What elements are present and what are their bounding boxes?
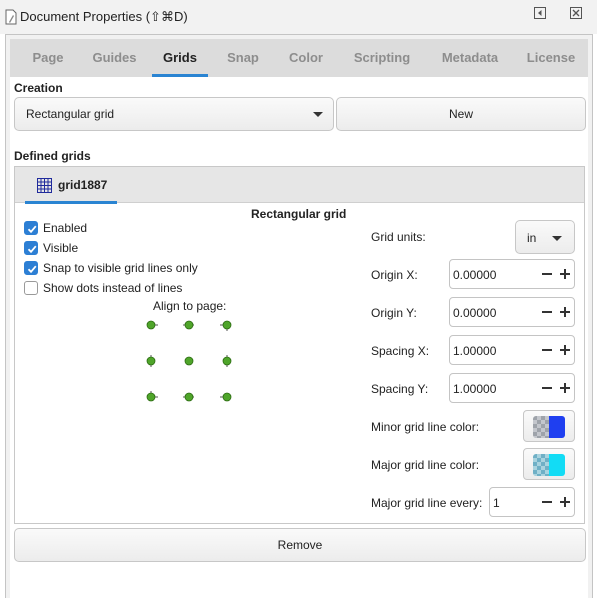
defined-grids-heading: Defined grids xyxy=(14,149,91,163)
dock-icon[interactable] xyxy=(533,6,547,20)
defined-grids-notebook: grid1887 Rectangular grid Enabled Visibl… xyxy=(14,166,585,524)
new-grid-button[interactable]: New xyxy=(336,97,586,131)
plus-icon[interactable] xyxy=(556,298,574,326)
align-middle-right[interactable] xyxy=(222,356,232,366)
tab-scripting[interactable]: Scripting xyxy=(342,39,422,77)
align-to-page-grid xyxy=(139,317,239,407)
plus-icon[interactable] xyxy=(556,260,574,288)
minus-icon[interactable] xyxy=(538,260,556,288)
minus-icon[interactable] xyxy=(538,488,556,516)
grid-units-value: in xyxy=(527,231,537,245)
major-every-label: Major grid line every: xyxy=(371,496,483,510)
align-top-left[interactable] xyxy=(146,320,156,330)
tab-license[interactable]: License xyxy=(518,39,584,77)
origin-x-spinbutton[interactable]: 0.00000 xyxy=(449,259,575,289)
visible-label: Visible xyxy=(43,241,79,255)
tab-bar: Page Guides Grids Snap Color Scripting M… xyxy=(10,39,588,77)
chevron-down-icon xyxy=(552,236,562,241)
plus-icon[interactable] xyxy=(556,488,574,516)
enabled-label: Enabled xyxy=(43,221,88,235)
plus-icon[interactable] xyxy=(556,336,574,364)
origin-y-value[interactable]: 0.00000 xyxy=(453,306,496,320)
minor-color-swatch xyxy=(533,416,565,438)
snap-visible-checkbox[interactable] xyxy=(24,261,38,275)
remove-grid-button[interactable]: Remove xyxy=(14,528,586,562)
origin-x-label: Origin X: xyxy=(371,268,418,282)
align-to-page-label: Align to page: xyxy=(153,299,227,313)
close-icon[interactable] xyxy=(569,6,583,20)
minor-color-button[interactable] xyxy=(523,410,575,442)
document-properties-icon xyxy=(5,9,17,25)
tab-guides[interactable]: Guides xyxy=(82,39,147,77)
grid-type-dropdown[interactable]: Rectangular grid xyxy=(14,97,334,131)
spacing-x-value[interactable]: 1.00000 xyxy=(453,344,496,358)
grid-icon xyxy=(37,178,52,193)
major-color-swatch xyxy=(533,454,565,476)
dialog-panel: Page Guides Grids Snap Color Scripting M… xyxy=(5,34,593,599)
grid-tab[interactable]: grid1887 xyxy=(25,167,117,204)
show-dots-label: Show dots instead of lines xyxy=(43,281,183,295)
spacing-y-value[interactable]: 1.00000 xyxy=(453,382,496,396)
plus-icon[interactable] xyxy=(556,374,574,402)
grid-tab-bar: grid1887 xyxy=(15,167,584,204)
align-center[interactable] xyxy=(184,356,194,366)
window-title: Document Properties (⇧⌘D) xyxy=(20,9,188,24)
tab-metadata[interactable]: Metadata xyxy=(430,39,510,77)
show-dots-checkbox[interactable] xyxy=(24,281,38,295)
tab-color[interactable]: Color xyxy=(278,39,334,77)
title-bar: Document Properties (⇧⌘D) xyxy=(0,0,597,34)
align-bottom-left[interactable] xyxy=(146,392,156,402)
origin-x-value[interactable]: 0.00000 xyxy=(453,268,496,282)
major-color-label: Major grid line color: xyxy=(371,458,480,472)
grid-tab-label: grid1887 xyxy=(58,178,108,192)
spacing-x-label: Spacing X: xyxy=(371,344,430,358)
grid-panel-title: Rectangular grid xyxy=(251,207,347,221)
creation-heading: Creation xyxy=(14,81,63,95)
minus-icon[interactable] xyxy=(538,298,556,326)
tab-page[interactable]: Page xyxy=(18,39,78,77)
align-middle-left[interactable] xyxy=(146,356,156,366)
major-every-spinbutton[interactable]: 1 xyxy=(489,487,575,517)
major-color-button[interactable] xyxy=(523,448,575,480)
spacing-y-spinbutton[interactable]: 1.00000 xyxy=(449,373,575,403)
origin-y-spinbutton[interactable]: 0.00000 xyxy=(449,297,575,327)
grid-type-value: Rectangular grid xyxy=(26,107,115,121)
tab-grids[interactable]: Grids xyxy=(152,39,208,77)
minus-icon[interactable] xyxy=(538,336,556,364)
align-top-right[interactable] xyxy=(222,320,232,330)
grid-units-label: Grid units: xyxy=(371,230,426,244)
tab-snap[interactable]: Snap xyxy=(216,39,270,77)
spacing-x-spinbutton[interactable]: 1.00000 xyxy=(449,335,575,365)
spacing-y-label: Spacing Y: xyxy=(371,382,429,396)
enabled-checkbox[interactable] xyxy=(24,221,38,235)
origin-y-label: Origin Y: xyxy=(371,306,417,320)
align-bottom-center[interactable] xyxy=(184,392,194,402)
major-every-value[interactable]: 1 xyxy=(493,496,500,510)
minor-color-label: Minor grid line color: xyxy=(371,420,480,434)
grids-page: Creation Rectangular grid New Defined gr… xyxy=(10,77,588,599)
minus-icon[interactable] xyxy=(538,374,556,402)
align-bottom-right[interactable] xyxy=(222,392,232,402)
chevron-down-icon xyxy=(313,112,323,117)
grid-units-dropdown[interactable]: in xyxy=(515,220,575,254)
align-top-center[interactable] xyxy=(184,320,194,330)
visible-checkbox[interactable] xyxy=(24,241,38,255)
snap-visible-label: Snap to visible grid lines only xyxy=(43,261,198,275)
